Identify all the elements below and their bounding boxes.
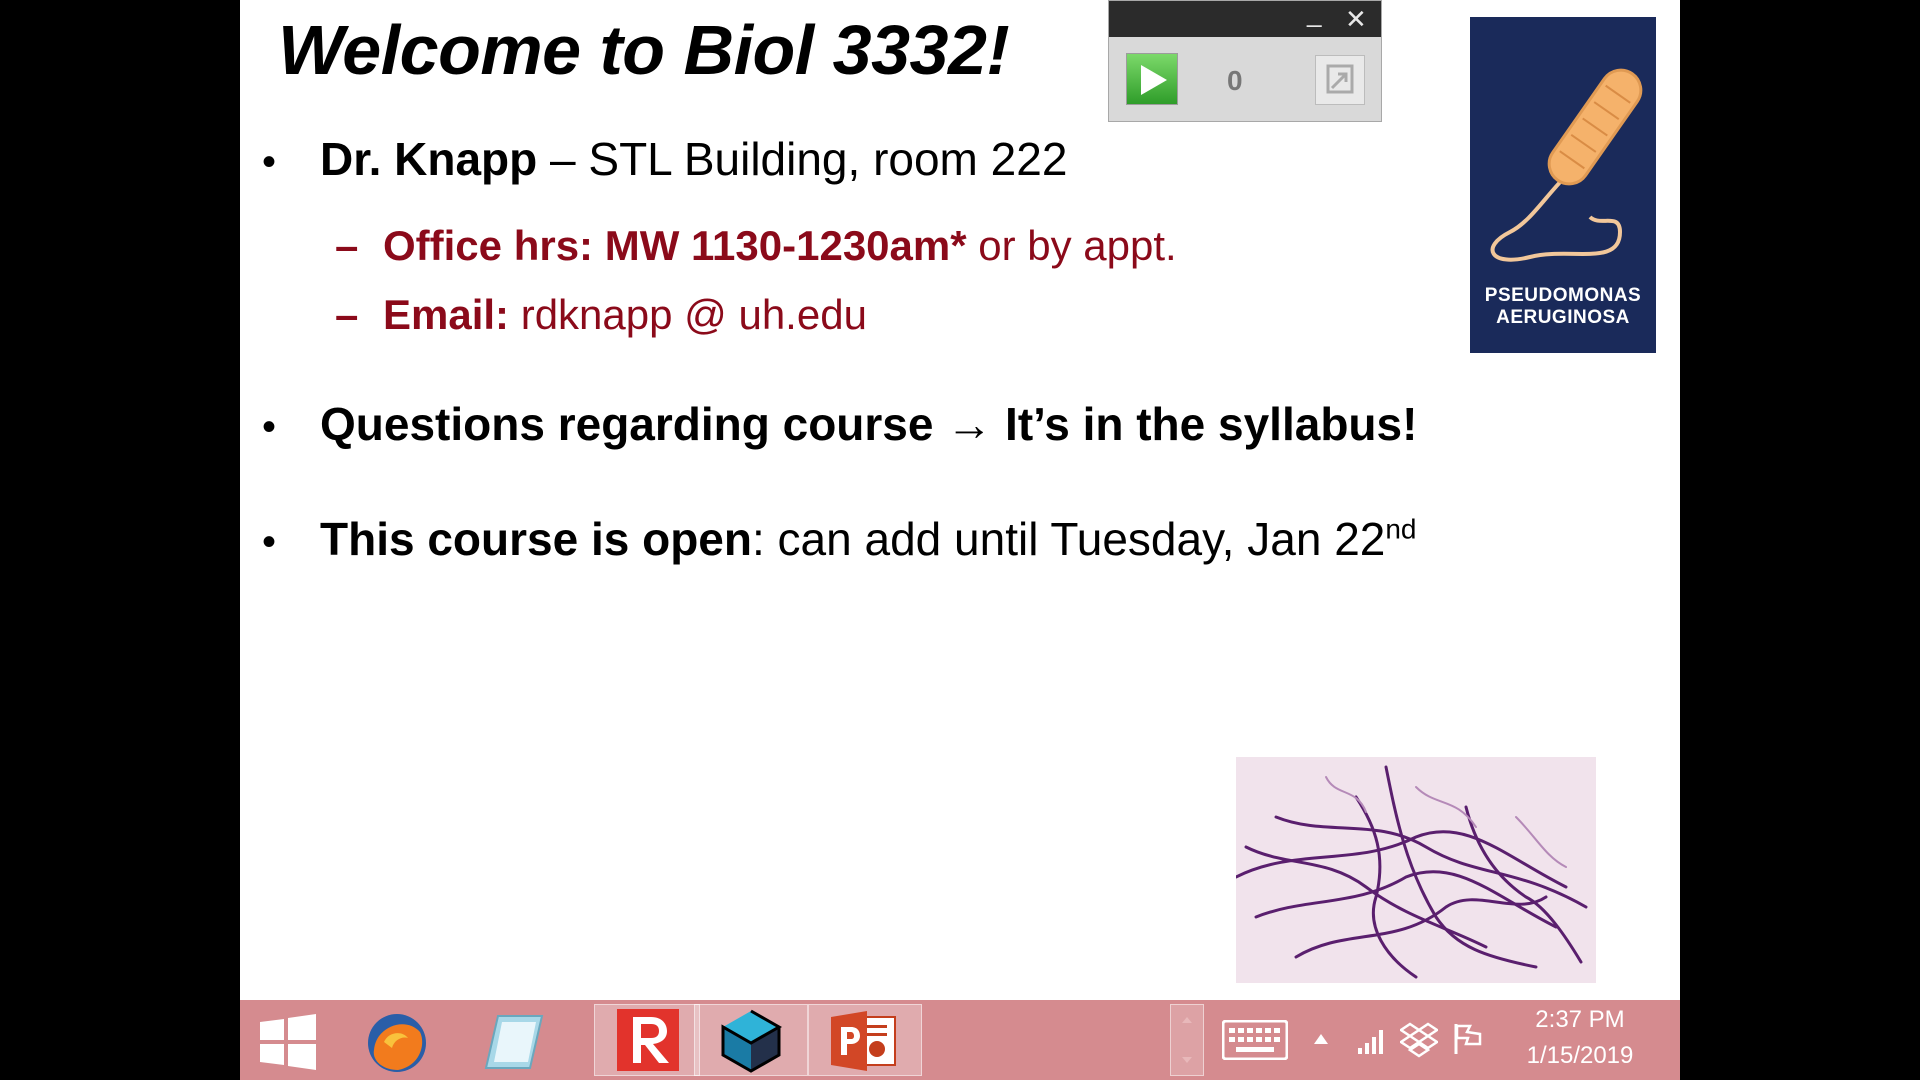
- slide-title: Welcome to Biol 3332!: [278, 11, 1010, 89]
- signal-icon[interactable]: [1356, 1026, 1388, 1056]
- cube-app-icon: [721, 1009, 783, 1073]
- taskbar-r-app[interactable]: [594, 1004, 700, 1076]
- taskbar-scroll[interactable]: [1170, 1004, 1204, 1076]
- player-title-bar: _ ✕: [1109, 0, 1381, 37]
- player-counter: 0: [1227, 65, 1243, 96]
- presentation-screen: Welcome to Biol 3332! • Dr. Knapp – STL B…: [240, 0, 1680, 1080]
- bullet-glyph: •: [262, 140, 277, 185]
- taskbar-powerpoint[interactable]: [808, 1004, 922, 1076]
- taskbar-cube-app[interactable]: [694, 1004, 808, 1076]
- email-address: rdknapp @ uh.edu: [509, 291, 867, 338]
- play-icon: [1141, 65, 1167, 95]
- clock-time[interactable]: 2:37 PM: [1500, 1006, 1660, 1034]
- expand-button[interactable]: [1315, 55, 1365, 105]
- logo-line-1: PSEUDOMONAS: [1484, 285, 1642, 306]
- logo-text: PSEUDOMONAS AERUGINOSA: [1470, 285, 1656, 329]
- media-player-widget: _ ✕ 0: [1108, 0, 1382, 122]
- pseudomonas-logo: PSEUDOMONAS AERUGINOSA: [1470, 17, 1656, 353]
- play-button[interactable]: [1126, 53, 1178, 105]
- taskbar: 2:37 PM 1/15/2019: [240, 1000, 1680, 1080]
- taskbar-notepad[interactable]: [462, 1004, 572, 1076]
- questions-start: Questions regarding course: [320, 398, 947, 450]
- minimize-button[interactable]: _: [1307, 0, 1321, 31]
- bullet-questions: • Questions regarding course → It’s in th…: [262, 397, 1417, 451]
- email-label: Email:: [383, 291, 510, 338]
- ordinal-suffix: nd: [1385, 513, 1417, 545]
- bullet-glyph: •: [262, 520, 277, 565]
- taskbar-firefox[interactable]: [346, 1004, 456, 1076]
- flag-icon[interactable]: [1452, 1022, 1482, 1056]
- office-hours-rest: or by appt.: [966, 222, 1177, 269]
- course-open-rest: : can add until Tuesday, Jan 22: [752, 513, 1386, 565]
- keyboard-icon[interactable]: [1222, 1020, 1288, 1060]
- close-button[interactable]: ✕: [1345, 1, 1367, 37]
- bacterium-illustration: [1490, 68, 1643, 262]
- windows-start-icon: [260, 1014, 316, 1070]
- questions-end: It’s in the syllabus!: [992, 398, 1418, 450]
- dropbox-icon[interactable]: [1400, 1022, 1438, 1058]
- chevron-up-icon[interactable]: [1312, 1032, 1330, 1046]
- firefox-icon: [368, 1014, 426, 1072]
- email-line: – Email: rdknapp @ uh.edu: [335, 291, 867, 339]
- office-hours-label: Office hrs: MW 1130-1230am*: [383, 222, 967, 269]
- micrograph-image: [1234, 765, 1588, 979]
- bullet-glyph: •: [262, 405, 277, 450]
- expand-icon: [1326, 64, 1354, 94]
- dash-glyph: –: [335, 222, 359, 269]
- bullet-instructor: • Dr. Knapp – STL Building, room 222: [262, 132, 1067, 186]
- course-open-label: This course is open: [320, 513, 752, 565]
- start-button[interactable]: [240, 1004, 350, 1076]
- clock-date[interactable]: 1/15/2019: [1500, 1042, 1660, 1070]
- arrow-right-icon: →: [946, 398, 993, 450]
- bullet-course-open: • This course is open: can add until Tues…: [262, 512, 1417, 566]
- r-app-icon: [617, 1009, 679, 1071]
- office-hours: – Office hrs: MW 1130-1230am* or by appt.: [335, 222, 1177, 270]
- powerpoint-icon: [831, 1011, 896, 1071]
- instructor-name: Dr. Knapp: [320, 133, 538, 185]
- dash-glyph: –: [335, 291, 359, 338]
- bacteria-micrograph: [1234, 757, 1596, 983]
- notepad-icon: [484, 1015, 544, 1069]
- logo-line-2: AERUGINOSA: [1496, 307, 1630, 328]
- instructor-location: – STL Building, room 222: [537, 133, 1068, 185]
- scroll-arrows-icon: [1182, 1017, 1192, 1063]
